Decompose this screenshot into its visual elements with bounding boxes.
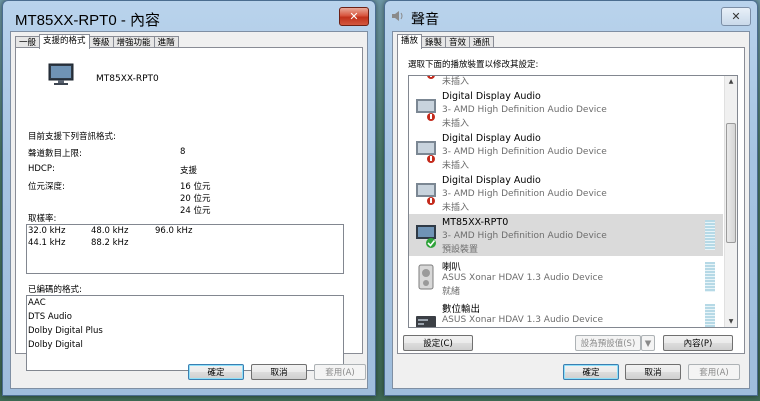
device-name: Digital Display Audio [442,133,541,144]
device-name: 喇叭 [442,262,462,273]
monitor-icon [48,63,74,85]
list-item: Dolby Digital Plus [28,326,103,336]
max-channels-label: 聲道數目上限: [28,149,82,159]
sample-rate-item: 44.1 kHz [28,238,66,248]
window-title: MT85XX-RPT0 - 內容 [15,12,161,29]
list-item: Dolby Digital [28,340,83,350]
set-default-dropdown-icon[interactable]: ▼ [641,335,655,351]
list-item[interactable]: Digital Display Audio 3- AMD High Defini… [409,130,723,172]
device-name: MT85XX-RPT0 [96,74,159,84]
tab-supported-formats[interactable]: 支援的格式 [39,34,90,49]
cancel-button[interactable]: 取消 [251,364,307,380]
device-status: 未插入 [442,77,470,87]
volume-meter [705,262,715,292]
device-status: 未插入 [442,203,470,213]
tab-strip: 播放 錄製 音效 通訊 [397,34,495,49]
device-status: 未插入 [442,161,470,171]
list-item: DTS Audio [28,312,72,322]
window-title: 聲音 [411,11,439,27]
volume-meter [705,220,715,250]
formats-heading: 目前支援下列音訊格式: [28,132,116,142]
device-name: Digital Display Audio [442,91,541,102]
apply-button[interactable]: 套用(A) [688,364,740,380]
device-driver: ASUS Xonar HDAV 1.3 Audio Device [442,273,604,283]
monitor-icon [416,225,436,248]
hdcp-value: 支援 [180,166,198,176]
max-channels-value: 8 [180,147,186,157]
device-name: MT85XX-RPT0 [442,217,509,228]
speaker-icon [392,11,403,21]
scroll-up-icon[interactable]: ▲ [725,76,737,87]
monitor-icon [427,76,435,79]
monitor-icon [416,99,436,121]
set-default-button[interactable]: 設為預設值(S) [575,335,641,351]
cancel-button[interactable]: 取消 [625,364,681,380]
tab-playback[interactable]: 播放 [397,34,423,49]
device-properties-window: MT85XX-RPT0 - 內容 ✕ 一般 支援的格式 等級 增強功能 進階 M… [2,0,376,396]
monitor-icon [416,183,436,205]
list-item[interactable]: 喇叭 ASUS Xonar HDAV 1.3 Audio Device 就緒 [409,256,723,298]
bit-depth-label: 位元深度: [28,182,65,192]
instruction-text: 選取下面的播放裝置以修改其設定: [408,60,539,70]
device-name: 數位輸出 [442,304,481,315]
sample-rate-item: 48.0 kHz [91,226,129,236]
sound-window: 聲音 ✕ 播放 錄製 音效 通訊 選取下面的播放裝置以修改其設定: 未插入 Di… [384,0,758,396]
list-item: AAC [28,298,46,308]
list-item[interactable]: Digital Display Audio 3- AMD High Defini… [409,88,723,130]
sample-rate-label: 取樣率: [28,214,57,224]
device-driver: 3- AMD High Definition Audio Device [442,189,607,199]
scroll-down-icon[interactable]: ▼ [725,316,737,327]
device-status: 預設裝置 [442,245,479,255]
device-name: Digital Display Audio [442,175,541,186]
sample-rate-item: 96.0 kHz [155,226,193,236]
scrollbar-thumb[interactable] [726,123,736,243]
digital-output-icon [416,316,436,327]
tab-panel: MT85XX-RPT0 目前支援下列音訊格式: 聲道數目上限: 8 HDCP: … [15,47,363,371]
device-driver: 3- AMD High Definition Audio Device [442,231,607,241]
encoded-formats-list[interactable]: AAC DTS Audio Dolby Digital Plus Dolby D… [26,295,344,371]
device-driver: 3- AMD High Definition Audio Device [442,105,607,115]
encoded-formats-label: 已編碼的格式: [28,285,82,295]
properties-button[interactable]: 內容(P) [663,335,733,351]
sample-rate-item: 32.0 kHz [28,226,66,236]
sample-rate-list[interactable]: 32.0 kHz 48.0 kHz 96.0 kHz 44.1 kHz 88.2… [26,224,344,274]
configure-button[interactable]: 設定(C) [403,335,473,351]
bit-depth-value: 16 位元 [180,182,211,192]
sample-rate-item: 88.2 kHz [91,238,129,248]
device-driver: 3- AMD High Definition Audio Device [442,147,607,157]
dialog-client: 一般 支援的格式 等級 增強功能 進階 MT85XX-RPT0 目前支援下列音訊… [10,31,368,389]
device-status: 就緒 [442,287,461,297]
apply-button[interactable]: 套用(A) [314,364,366,380]
close-button[interactable]: ✕ [721,7,751,26]
device-status: 未插入 [442,119,470,129]
list-item[interactable]: MT85XX-RPT0 3- AMD High Definition Audio… [409,214,723,256]
list-item[interactable]: 數位輸出 ASUS Xonar HDAV 1.3 Audio Device [409,298,723,327]
list-item[interactable]: Digital Display Audio 3- AMD High Defini… [409,172,723,214]
tab-panel: 選取下面的播放裝置以修改其設定: 未插入 Digital Display Aud… [397,47,745,354]
playback-device-list[interactable]: 未插入 Digital Display Audio 3- AMD High De… [408,75,738,328]
list-item[interactable]: 未插入 [409,76,723,88]
speaker-icon [418,264,434,290]
tab-strip: 一般 支援的格式 等級 增強功能 進階 [15,34,179,49]
dialog-client: 播放 錄製 音效 通訊 選取下面的播放裝置以修改其設定: 未插入 Digital… [392,31,750,389]
title-bar[interactable]: MT85XX-RPT0 - 內容 ✕ [3,1,375,31]
device-list-scrollbar[interactable]: ▲ ▼ [724,76,737,327]
bit-depth-value: 24 位元 [180,206,211,216]
title-bar[interactable]: 聲音 ✕ [385,1,757,31]
volume-meter [705,304,715,327]
monitor-icon [416,141,436,163]
close-button[interactable]: ✕ [339,7,369,26]
ok-button[interactable]: 確定 [188,364,244,380]
ok-button[interactable]: 確定 [563,364,619,380]
device-driver: ASUS Xonar HDAV 1.3 Audio Device [442,315,604,325]
hdcp-label: HDCP: [28,164,55,174]
bit-depth-value: 20 位元 [180,194,211,204]
